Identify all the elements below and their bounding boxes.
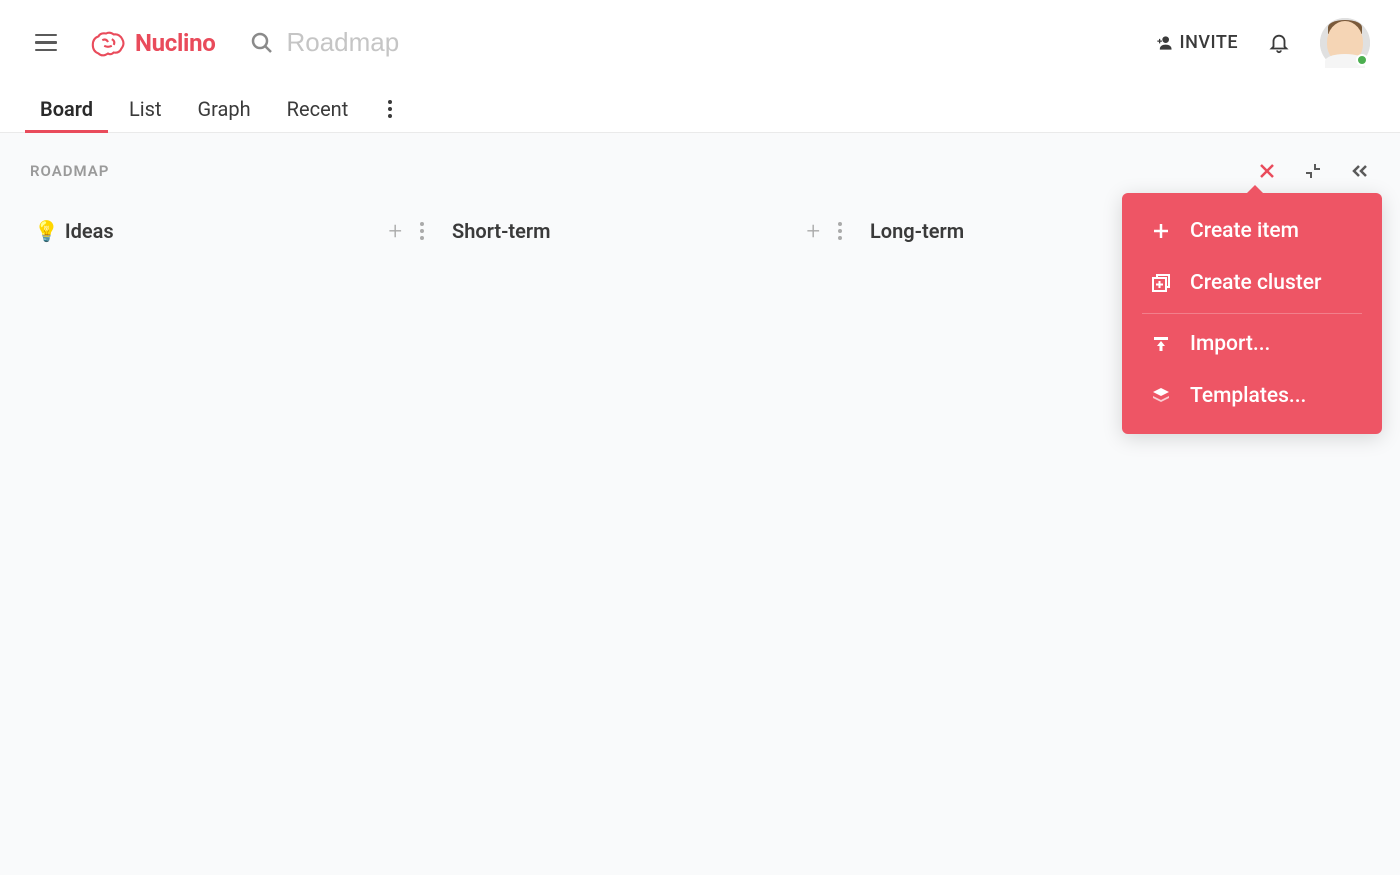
search-area [250,27,1153,58]
column-title-text: Long-term [870,219,964,243]
online-status-dot [1356,54,1368,66]
chevron-double-left-icon [1350,162,1370,180]
dropdown-divider [1142,313,1362,314]
person-add-icon [1154,33,1174,53]
tab-list[interactable]: List [129,86,162,132]
app-header: Nuclino INVITE [0,0,1400,85]
column-title-text: Ideas [65,219,114,243]
dropdown-item-label: Create item [1190,219,1299,243]
collapse-button[interactable] [1350,162,1370,180]
close-icon [1258,162,1276,180]
brain-icon [89,28,127,58]
column-title-text: Short-term [452,219,550,243]
column-more-icon[interactable] [420,222,424,240]
search-input[interactable] [286,27,586,58]
board-content: ROADMAP [0,133,1400,875]
column-more-icon[interactable] [838,222,842,240]
board-column-short-term: Short-term + [438,219,856,243]
upload-icon [1150,333,1172,355]
column-header: Short-term + [448,219,846,243]
plus-icon [1150,220,1172,242]
minimize-icon [1304,162,1322,180]
header-actions: INVITE [1154,18,1370,68]
tab-graph[interactable]: Graph [198,86,251,132]
toolbar-actions [1258,162,1370,180]
templates-button[interactable]: Templates... [1122,370,1382,422]
cluster-icon [1150,272,1172,294]
column-actions: + [388,219,424,243]
column-title[interactable]: Short-term [452,219,550,243]
column-title[interactable]: Long-term [870,219,964,243]
layers-icon [1150,385,1172,407]
invite-label: INVITE [1180,32,1238,53]
board-column-ideas: 💡 Ideas + [20,219,438,243]
import-button[interactable]: Import... [1122,318,1382,370]
create-cluster-button[interactable]: Create cluster [1122,257,1382,309]
logo-text: Nuclino [135,29,215,57]
search-icon[interactable] [250,31,274,55]
add-card-icon[interactable]: + [388,219,402,243]
add-card-icon[interactable]: + [806,219,820,243]
column-header: 💡 Ideas + [30,219,428,243]
invite-button[interactable]: INVITE [1154,32,1238,53]
dropdown-item-label: Create cluster [1190,271,1321,295]
lightbulb-icon: 💡 [34,219,59,243]
column-title[interactable]: 💡 Ideas [34,219,114,243]
bell-icon[interactable] [1268,32,1290,54]
dropdown-item-label: Templates... [1190,384,1306,408]
tabs-more-icon[interactable] [384,96,396,122]
menu-icon[interactable] [35,31,59,55]
minimize-button[interactable] [1304,162,1322,180]
create-item-button[interactable]: Create item [1122,205,1382,257]
tab-board[interactable]: Board [40,86,93,132]
close-button[interactable] [1258,162,1276,180]
tab-recent[interactable]: Recent [287,86,349,132]
column-actions: + [806,219,842,243]
app-logo[interactable]: Nuclino [89,28,215,58]
breadcrumb-row: ROADMAP [0,153,1400,189]
dropdown-item-label: Import... [1190,332,1270,356]
view-tabs: Board List Graph Recent [0,85,1400,133]
create-dropdown: Create item Create cluster Import [1122,193,1382,434]
avatar[interactable] [1320,18,1370,68]
breadcrumb: ROADMAP [30,162,109,180]
